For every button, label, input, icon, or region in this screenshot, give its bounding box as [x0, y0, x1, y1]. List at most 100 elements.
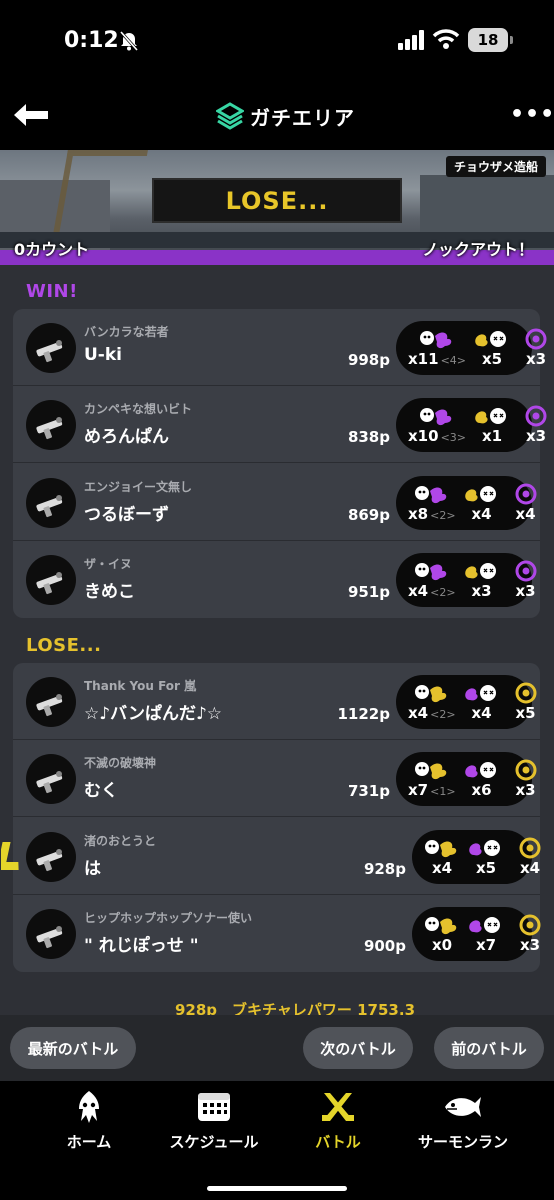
stat-value: x4 [515, 504, 536, 523]
player-row[interactable]: バンカラな若者 U-ki 998p x11 <4> x5 x3 [13, 309, 547, 386]
status-time: 0:12 [64, 28, 119, 53]
stat-kill: x4 [424, 837, 460, 877]
kill-icon [414, 560, 450, 582]
player-points: 998p [347, 351, 390, 369]
stat-kill: x11 <4> [408, 328, 466, 368]
player-stats: x4 <2> x4 x5 [396, 675, 537, 729]
stat-special: x4 [508, 483, 544, 523]
stage-name: チョウザメ造船 [445, 156, 546, 177]
stat-death: x3 [464, 560, 500, 600]
special-icon [512, 837, 548, 859]
player-title: 渚のおとうと [84, 833, 157, 848]
wifi-icon [432, 29, 460, 49]
more-menu-button[interactable]: ••• [510, 102, 554, 127]
stat-assist: <2> [430, 585, 456, 599]
stat-value: x4 [408, 581, 429, 600]
stat-kill: x8 <2> [408, 483, 456, 523]
player-points: 838p [347, 428, 390, 447]
battery-indicator: 18 [468, 28, 513, 52]
back-arrow-icon[interactable] [12, 100, 52, 130]
weapon-icon [26, 908, 76, 959]
win-team-card: バンカラな若者 U-ki 998p x11 <4> x5 x3 カンペキな想いビト めろんぱん 8… [13, 309, 547, 618]
weapon-power-line: 928p ブキチャレパワー 1753.3 [175, 1001, 416, 1015]
stat-death: x5 [474, 328, 510, 368]
lose-team-card: Thank You For 嵐 ☆♪バンぱんだ♪☆ 1122p x4 <2> x4 x5 不滅… [1, 663, 541, 972]
stat-special: x3 [512, 914, 548, 954]
stat-death: x7 [468, 914, 504, 954]
stat-assist: <2> [430, 508, 456, 522]
weapon-icon [26, 400, 76, 451]
death-icon [468, 914, 504, 936]
player-title: カンペキな想いビト [84, 402, 193, 417]
player-points: 869p [347, 505, 390, 524]
player-points: 1122p [337, 705, 391, 723]
stat-value: x8 [408, 504, 429, 523]
kill-icon [419, 405, 455, 427]
tab-salmon-run[interactable]: サーモンラン [403, 1089, 523, 1152]
stat-value: x6 [471, 781, 492, 800]
squid-home-icon [79, 1091, 99, 1123]
special-icon [508, 682, 544, 704]
weapon-icon [26, 831, 76, 882]
player-title: ザ・イヌ [84, 556, 133, 571]
their-count: ノックアウト！ [422, 240, 534, 259]
kill-icon [414, 682, 450, 704]
death-icon [464, 759, 500, 781]
app-header: ガチエリア ••• [0, 80, 554, 150]
stat-value: x3 [525, 427, 547, 446]
stage-banner: LOSE... チョウザメ造船 0カウント ノックアウト！ [0, 150, 554, 265]
weapon-icon [26, 554, 76, 605]
player-name: U-ki [84, 345, 122, 365]
death-icon [474, 328, 510, 350]
stat-death: x5 [468, 837, 504, 877]
player-stats: x4 x5 x4 [412, 829, 541, 884]
player-stats: x4 <2> x3 x3 [396, 552, 537, 607]
stat-kill: x4 <2> [408, 682, 456, 722]
battle-detail[interactable]: WIN! バンカラな若者 U-ki 998p x11 <4> x5 x3 カンペキな想いビトめ… [0, 265, 554, 1015]
player-points: 928p [363, 859, 406, 878]
player-row[interactable]: 渚のおとうとは 928p x4 x5 x4 [1, 818, 541, 895]
stat-death: x1 [474, 405, 510, 445]
death-icon [464, 682, 500, 704]
kill-icon [424, 914, 460, 936]
stat-value: x5 [475, 858, 497, 877]
special-icon [518, 328, 554, 350]
tab-battle[interactable]: バトル [278, 1089, 398, 1152]
player-row[interactable]: カンペキな想いビト めろんぱん 838p x10 <3> x1 x3 [13, 386, 547, 464]
death-icon [464, 560, 500, 582]
special-icon [512, 914, 548, 936]
next-battle-button[interactable]: 次のバトル [303, 1027, 413, 1069]
banner-crane [52, 150, 148, 240]
player-row[interactable]: Thank You For 嵐 ☆♪バンぱんだ♪☆ 1122p x4 <2> x4 x5 [13, 663, 540, 740]
stat-assist: <3> [440, 431, 466, 445]
tab-schedule[interactable]: スケジュール [154, 1089, 274, 1152]
stat-special: x3 [518, 328, 554, 368]
weapon-icon [26, 677, 76, 727]
tab-bar: ホーム スケジュール バトル サーモンラン [0, 1081, 554, 1200]
prev-battle-button[interactable]: 前のバトル [434, 1027, 544, 1069]
player-row[interactable]: ザ・イヌ きめこ 951p x4 <2> x3 x3 [13, 541, 540, 618]
player-row[interactable]: ヒップホップホップソナー使い " れじぽっせ " 900p x0 x7 x3 [13, 895, 541, 972]
player-stats: x10 <3> x1 x3 [396, 398, 547, 453]
stat-kill: x4 <2> [408, 560, 456, 600]
player-row[interactable]: エンジョイー文無し つるぼーず 869p x8 <2> x4 x4 [13, 464, 540, 541]
stat-special: x5 [508, 682, 544, 722]
death-icon [468, 837, 504, 859]
player-row[interactable]: 不滅の破壊神 むく 731p x7 <1> x6 x3 [13, 740, 540, 818]
cellular-signal-icon [398, 30, 424, 50]
player-title: バンカラな若者 [84, 325, 169, 339]
player-points: 951p [347, 582, 390, 601]
stat-kill: x7 <1> [408, 759, 456, 799]
lose-section-label: LOSE... [26, 635, 102, 656]
tab-home[interactable]: ホーム [29, 1089, 149, 1152]
kill-icon [414, 759, 450, 781]
battle-nav-bar: 最新のバトル 次のバトル 前のバトル [0, 1015, 554, 1081]
home-indicator [207, 1186, 347, 1191]
tab-schedule-label: スケジュール [169, 1133, 259, 1151]
player-title: Thank You For 嵐 [84, 679, 197, 693]
salmon-icon [445, 1097, 481, 1117]
latest-battle-button[interactable]: 最新のバトル [10, 1027, 136, 1069]
result-label: LOSE... [152, 178, 402, 223]
player-points: 731p [347, 782, 390, 801]
stat-value: x4 [408, 704, 429, 722]
